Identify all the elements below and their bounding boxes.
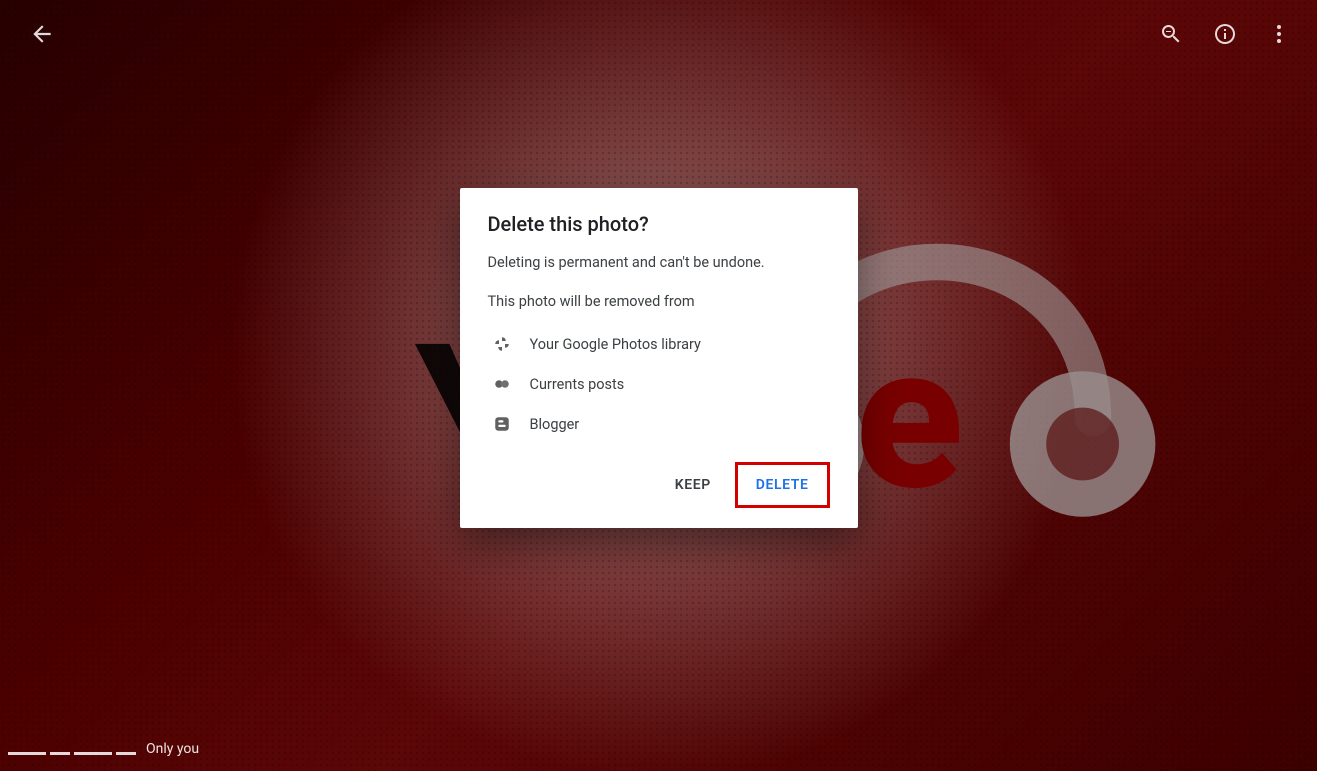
dialog-actions: Keep Delete: [488, 462, 830, 514]
destination-google-photos: Your Google Photos library: [492, 324, 830, 364]
zoom-button[interactable]: [1151, 14, 1191, 54]
dialog-title: Delete this photo?: [488, 212, 830, 236]
caption-redacted-name: [8, 743, 136, 755]
more-vert-icon: [1267, 22, 1291, 46]
photo-caption-footer: Only you: [8, 741, 199, 757]
dialog-warning-text: Deleting is permanent and can't be undon…: [488, 254, 830, 271]
destination-label: Blogger: [530, 416, 580, 433]
blogger-icon: [492, 414, 512, 434]
google-photos-icon: [492, 334, 512, 354]
more-button[interactable]: [1259, 14, 1299, 54]
visibility-label: Only you: [146, 741, 199, 757]
delete-photo-dialog: Delete this photo? Deleting is permanent…: [460, 188, 858, 528]
destination-label: Your Google Photos library: [530, 336, 701, 353]
destination-label: Currents posts: [530, 376, 625, 393]
destination-blogger: Blogger: [492, 404, 830, 444]
info-button[interactable]: [1205, 14, 1245, 54]
currents-icon: [492, 374, 512, 394]
keep-button[interactable]: Keep: [657, 467, 729, 503]
destination-currents: Currents posts: [492, 364, 830, 404]
annotation-highlight-box: Delete: [735, 462, 830, 508]
arrow-left-icon: [29, 21, 55, 47]
info-icon: [1213, 22, 1237, 46]
removal-destinations-list: Your Google Photos library Currents post…: [492, 324, 830, 444]
dialog-removed-from-text: This photo will be removed from: [488, 293, 830, 310]
magnifier-minus-icon: [1159, 22, 1183, 46]
back-button[interactable]: [22, 14, 62, 54]
viewer-toolbar: [0, 10, 1317, 58]
delete-button[interactable]: Delete: [738, 467, 827, 503]
